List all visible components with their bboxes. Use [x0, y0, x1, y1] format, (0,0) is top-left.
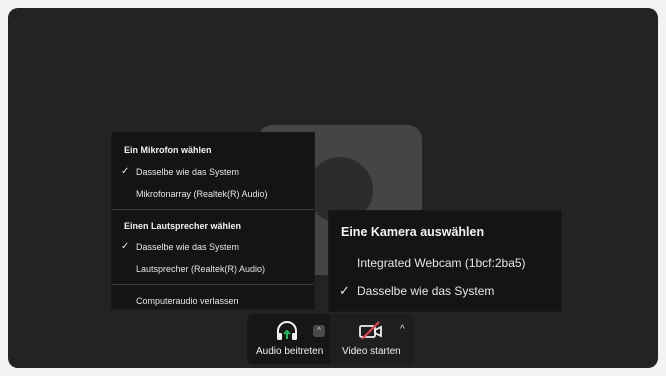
menu-divider	[112, 284, 314, 285]
audio-device-menu: Ein Mikrofon wählen ✓ Dasselbe wie das S…	[112, 133, 314, 309]
mic-option-label: Dasselbe wie das System	[136, 167, 240, 177]
speaker-option-label: Lautsprecher (Realtek(R) Audio)	[136, 264, 266, 274]
video-off-icon	[359, 321, 382, 340]
audio-options-chevron-up-icon[interactable]: ^	[313, 325, 325, 337]
join-audio-label: Audio beitreten	[256, 346, 324, 357]
camera-option-label: Dasselbe wie das System	[357, 284, 495, 298]
leave-audio-label: Computeraudio verlassen	[136, 296, 239, 306]
join-audio-button[interactable]: ^ Audio beitreten	[247, 314, 333, 364]
start-video-button[interactable]: ^ Video starten	[330, 314, 414, 364]
headphones-icon	[277, 321, 297, 340]
mic-section-header: Ein Mikrofon wählen	[124, 145, 212, 155]
camera-section-header: Eine Kamera auswählen	[341, 225, 485, 239]
check-icon: ✓	[121, 241, 130, 252]
camera-menu: Eine Kamera auswählen Integrated Webcam …	[329, 211, 561, 311]
menu-divider	[112, 209, 314, 210]
check-icon: ✓	[339, 283, 350, 298]
camera-option-label: Integrated Webcam (1bcf:2ba5)	[357, 256, 526, 270]
video-options-chevron-up-icon[interactable]: ^	[400, 324, 405, 335]
start-video-label: Video starten	[342, 346, 401, 357]
speaker-option-label: Dasselbe wie das System	[136, 242, 240, 252]
mic-option-label: Mikrofonarray (Realtek(R) Audio)	[136, 189, 268, 199]
check-icon: ✓	[121, 166, 130, 177]
speaker-section-header: Einen Lautsprecher wählen	[124, 221, 242, 231]
